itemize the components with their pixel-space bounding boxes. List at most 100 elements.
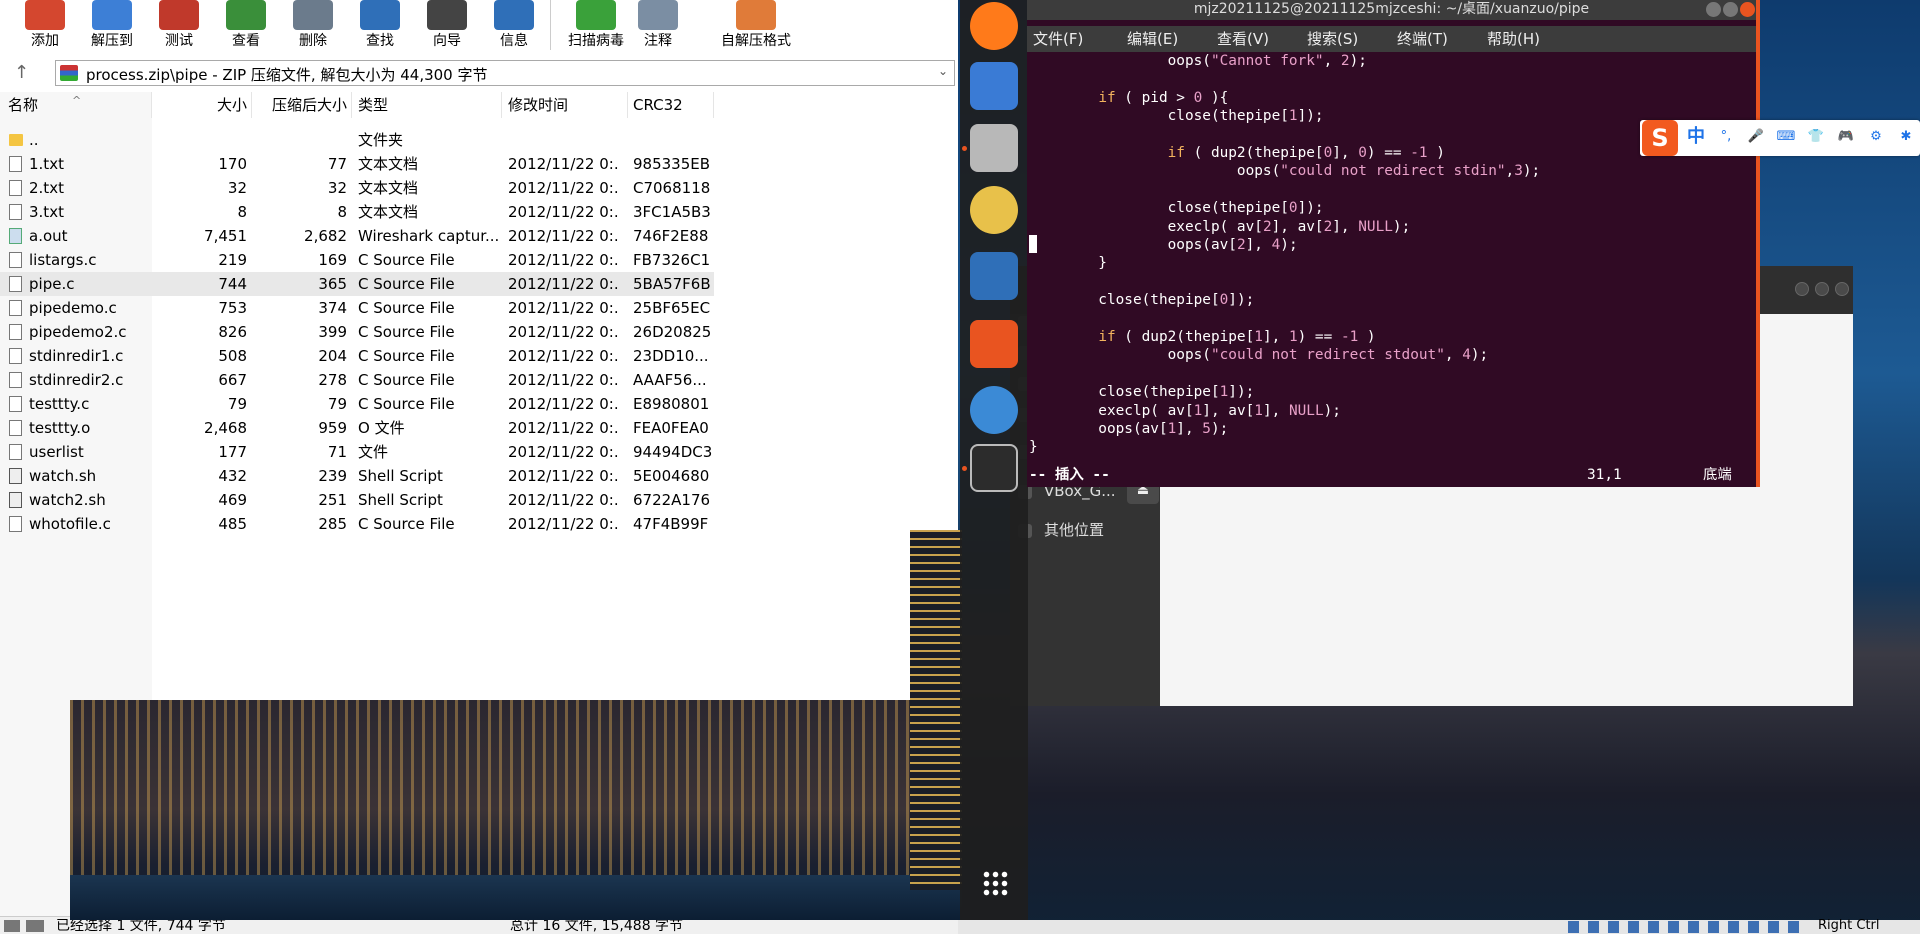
table-row[interactable]: stdinredir1.c 508 204 C Source File 2012/11/… <box>0 344 714 368</box>
files-icon[interactable] <box>970 124 1018 172</box>
cell-type: C Source File <box>358 275 455 293</box>
cell-type: O 文件 <box>358 419 405 437</box>
view-button[interactable]: 查看 <box>211 0 281 52</box>
table-row[interactable]: 1.txt 170 77 文本文档 2012/11/22 0:... 985335EB <box>0 152 714 176</box>
keyboard-icon[interactable]: ⌨ <box>1776 127 1796 147</box>
comment-button[interactable]: 注释 <box>623 0 693 52</box>
column-header-type[interactable]: 类型 <box>352 92 502 118</box>
up-arrow-icon[interactable]: ↑ <box>14 62 34 83</box>
table-row[interactable]: testtty.o 2,468 959 O 文件 2012/11/22 0:... FEA… <box>0 416 714 440</box>
address-field[interactable]: process.zip\pipe - ZIP 压缩文件, 解包大小为 44,30… <box>55 60 955 86</box>
terminal-menu-item[interactable]: 搜索(S) <box>1307 26 1358 52</box>
delete-button[interactable]: 删除 <box>278 0 348 52</box>
table-row[interactable]: testtty.c 79 79 C Source File 2012/11/22 0:.… <box>0 392 714 416</box>
terminal-menu-item[interactable]: 文件(F) <box>1033 26 1083 52</box>
cell-name: whotofile.c <box>29 515 111 533</box>
code-token: ) == <box>1366 145 1411 161</box>
find-button[interactable]: 查找 <box>345 0 415 52</box>
maximize-icon[interactable] <box>1815 282 1829 296</box>
minimize-icon[interactable] <box>1706 2 1721 17</box>
table-row[interactable]: pipe.c 744 365 C Source File 2012/11/22 0:..… <box>0 272 714 296</box>
code-token: execlp( av[ <box>1029 402 1194 419</box>
chevron-down-icon[interactable]: ⌄ <box>938 64 948 78</box>
terminal-menu-item[interactable]: 终端(T) <box>1397 26 1448 52</box>
cell-size: 219 <box>218 251 247 269</box>
show-applications-icon[interactable] <box>982 870 1008 896</box>
code-token: close(thepipe[ <box>1029 292 1220 309</box>
vm-device-icons[interactable] <box>1568 921 1808 933</box>
vim-editor[interactable]: oops("Cannot fork", 2); if ( pid > 0 ){ … <box>1027 52 1756 487</box>
help-icon[interactable] <box>970 386 1018 434</box>
skin-icon[interactable]: 👕 <box>1806 127 1826 147</box>
cell-type: C Source File <box>358 323 455 341</box>
toolbar-label: 删除 <box>299 33 327 49</box>
close-icon[interactable] <box>1835 282 1849 296</box>
game-icon[interactable]: 🎮 <box>1836 127 1856 147</box>
sogou-logo-icon[interactable]: S <box>1642 120 1678 156</box>
cell-name: userlist <box>29 443 84 461</box>
column-header-packed[interactable]: 压缩后大小 <box>252 92 352 118</box>
close-icon[interactable] <box>1740 2 1755 17</box>
vim-statusline: -- 插入 -- 31,1 底端 <box>1029 465 1754 485</box>
table-row[interactable]: a.out 7,451 2,682 Wireshark captur... 2012/1… <box>0 224 714 248</box>
cell-mtime: 2012/11/22 0:... <box>508 443 618 461</box>
test-button[interactable]: 测试 <box>144 0 214 52</box>
minimize-icon[interactable] <box>1795 282 1809 296</box>
table-row[interactable]: pipedemo2.c 826 399 C Source File 2012/11/22… <box>0 320 714 344</box>
table-row[interactable]: watch2.sh 469 251 Shell Script 2012/11/22 0:… <box>0 488 714 512</box>
table-row[interactable]: stdinredir2.c 667 278 C Source File 2012/11/… <box>0 368 714 392</box>
table-row[interactable]: pipedemo.c 753 374 C Source File 2012/11/22 … <box>0 296 714 320</box>
table-row[interactable]: whotofile.c 485 285 C Source File 2012/11/22… <box>0 512 714 536</box>
code-token: } <box>1029 255 1107 272</box>
terminal-menu-item[interactable]: 帮助(H) <box>1487 26 1540 52</box>
terminal-menu-item[interactable]: 查看(V) <box>1217 26 1269 52</box>
code-token: ); <box>1210 421 1229 437</box>
column-header-name[interactable]: 名称 ^ <box>0 92 152 118</box>
terminal-menu-item[interactable]: 编辑(E) <box>1127 26 1178 52</box>
maximize-icon[interactable] <box>1723 2 1738 17</box>
code-token: 0 <box>1358 145 1367 161</box>
terminal-icon[interactable] <box>970 444 1018 492</box>
table-row[interactable]: 2.txt 32 32 文本文档 2012/11/22 0:... C7068118 <box>0 176 714 200</box>
column-header-crc[interactable]: CRC32 <box>628 92 714 118</box>
cell-crc: 5BA57F6B <box>633 275 711 293</box>
table-row[interactable]: .. 文件夹 <box>0 128 714 152</box>
thunderbird-icon[interactable] <box>970 62 1018 110</box>
code-token: ], <box>1176 421 1203 437</box>
ime-mode[interactable]: 中 <box>1686 127 1706 147</box>
cell-mtime: 2012/11/22 0:... <box>508 251 618 269</box>
table-row[interactable]: 3.txt 8 8 文本文档 2012/11/22 0:... 3FC1A5B3 <box>0 200 714 224</box>
firefox-icon[interactable] <box>970 2 1018 50</box>
code-token: -1 <box>1410 145 1428 161</box>
code-token: , <box>1444 347 1463 364</box>
code-token: 1 <box>1219 384 1229 401</box>
code-token: ]); <box>1297 108 1324 125</box>
rhythmbox-icon[interactable] <box>970 186 1018 234</box>
software-icon[interactable] <box>970 320 1018 368</box>
toolbar-label: 查找 <box>366 33 394 49</box>
sfx-button[interactable]: 自解压格式 <box>706 0 806 52</box>
add-button[interactable]: 添加 <box>10 0 80 52</box>
cell-name: watch.sh <box>29 467 97 485</box>
table-row[interactable]: userlist 177 71 文件 2012/11/22 0:... 94494DC3 <box>0 440 714 464</box>
table-row[interactable]: listargs.c 219 169 C Source File 2012/11/22 … <box>0 248 714 272</box>
cell-size: 79 <box>227 395 247 413</box>
comment-icon <box>638 0 678 30</box>
microphone-icon[interactable]: 🎤 <box>1746 127 1766 147</box>
column-header-mtime[interactable]: 修改时间 <box>502 92 628 118</box>
table-row[interactable]: watch.sh 432 239 Shell Script 2012/11/22 0:.… <box>0 464 714 488</box>
extract-button[interactable]: 解压到 <box>77 0 147 52</box>
wizard-button[interactable]: 向导 <box>412 0 482 52</box>
punctuation-icon[interactable]: °, <box>1716 127 1736 147</box>
info-button[interactable]: 信息 <box>479 0 549 52</box>
code-token: ], av[ <box>1202 402 1255 419</box>
more-icon[interactable]: ✱ <box>1896 127 1916 147</box>
code-token: ( dup2(thepipe[ <box>1184 145 1324 161</box>
column-header-size[interactable]: 大小 <box>152 92 252 118</box>
cell-size: 753 <box>218 299 247 317</box>
code-token: ) <box>1358 329 1376 345</box>
toolbar-label: 自解压格式 <box>721 33 791 49</box>
code-token: , <box>1505 163 1515 180</box>
libreoffice-writer-icon[interactable] <box>970 252 1018 300</box>
settings-icon[interactable]: ⚙ <box>1866 127 1886 147</box>
